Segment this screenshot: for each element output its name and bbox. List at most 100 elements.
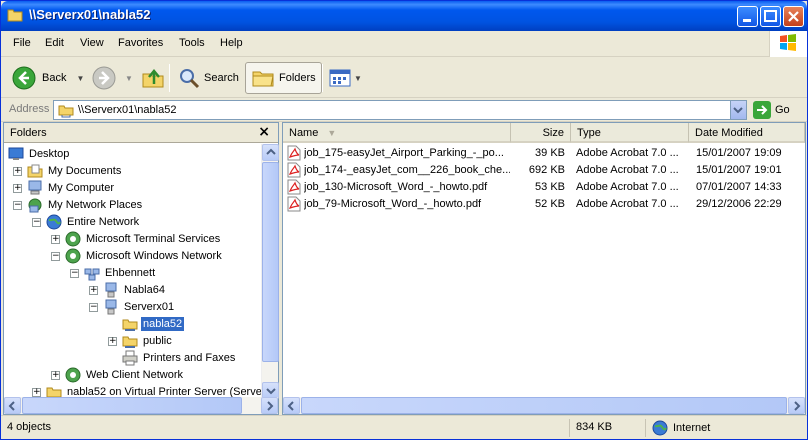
chevron-up-icon [266,148,276,155]
tree-item-entire-network[interactable]: Entire Network [46,213,141,230]
minimize-button[interactable] [737,6,758,27]
title-bar[interactable]: \\Serverx01\nabla52 [1,1,807,31]
tree-item-microsoft-windows-network[interactable]: Microsoft Windows Network [65,247,224,264]
file-type: Adobe Acrobat 7.0 ... [576,198,679,210]
tree-label: Serverx01 [124,300,175,313]
column-label: Size [542,127,564,139]
windows-logo [769,31,807,57]
column-header-size[interactable]: Size [511,123,571,143]
tree-item-my-network-places[interactable]: My Network Places [27,196,144,213]
workgroup-icon [84,268,100,280]
menu-favorites[interactable]: Favorites [118,37,163,49]
expand-toggle-nabla52-virtual[interactable]: + [32,388,41,397]
tree-item-serverx01[interactable]: Serverx01 [103,298,176,315]
back-dropdown-icon[interactable]: ▼ [76,74,84,83]
expand-toggle-ehbennett[interactable]: − [70,269,79,278]
column-header-date-modified[interactable]: Date Modified [689,123,805,143]
tree-item-web-client-network[interactable]: Web Client Network [65,366,185,383]
documents-folder-icon [27,164,43,177]
scroll-up-button[interactable] [262,144,279,161]
tree-item-ehbennett[interactable]: Ehbennett [84,264,157,281]
views-button[interactable]: ▼ [329,62,362,94]
scroll-left-button[interactable] [283,397,300,414]
scroll-left-button[interactable] [4,397,21,414]
tree-item-printers-and-faxes[interactable]: Printers and Faxes [122,349,237,366]
file-size: 52 KB [535,198,565,210]
file-name: job_130-Microsoft_Word_-_howto.pdf [304,181,488,193]
column-header-name[interactable]: Name ▼ [283,123,511,143]
file-row[interactable]: job_174-_easyJet_com__226_book_che... 69… [283,162,805,179]
shared-folder-icon [122,319,138,331]
internet-globe-icon [652,420,668,436]
expand-toggle-my-documents[interactable]: + [13,167,22,176]
up-folder-button[interactable] [141,62,165,94]
expand-toggle-my-computer[interactable]: + [13,184,22,193]
files-horizontal-scrollbar[interactable] [283,397,805,414]
status-size-segment: 834 KB [569,419,645,437]
forward-dropdown-icon[interactable]: ▼ [125,74,133,83]
search-button[interactable]: Search [177,62,239,94]
close-pane-icon[interactable]: × [258,124,270,140]
window-title: \\Serverx01\nabla52 [29,7,151,22]
tree-item-my-computer[interactable]: My Computer [27,179,116,196]
tree-item-nabla52[interactable]: nabla52 [122,315,185,332]
scroll-right-button[interactable] [788,397,805,414]
file-size: 692 KB [528,164,565,176]
close-button[interactable] [783,6,804,27]
expand-toggle-windows-network[interactable]: − [51,252,60,261]
tree-item-public[interactable]: public [122,332,174,349]
file-name: job_174-_easyJet_com__226_book_che... [304,164,510,176]
shared-folder-icon [122,336,138,348]
chevron-down-icon [733,107,743,114]
scroll-thumb[interactable] [262,162,279,362]
expand-toggle-public[interactable]: + [108,337,117,346]
menu-tools[interactable]: Tools [179,37,205,49]
tree-label: My Network Places [48,198,143,211]
folders-button[interactable]: Folders [245,62,322,94]
address-dropdown-button[interactable] [730,101,746,119]
file-row[interactable]: job_175-easyJet_Airport_Parking_-_po... … [283,145,805,162]
menu-edit[interactable]: Edit [45,37,64,49]
forward-button[interactable]: ▼ [91,62,133,94]
tree-item-nabla64[interactable]: Nabla64 [103,281,167,298]
tree-item-desktop[interactable]: Desktop [8,145,71,162]
expand-toggle-nabla64[interactable]: + [89,286,98,295]
back-button[interactable]: Back ▼ [11,62,84,94]
file-date: 29/12/2006 22:29 [696,198,782,210]
up-folder-icon [142,69,164,88]
maximize-icon [764,10,777,22]
menu-help[interactable]: Help [220,37,243,49]
expand-toggle-web-client-network[interactable]: + [51,371,60,380]
menu-bar: File Edit View Favorites Tools Help [1,31,807,57]
file-name: job_79-Microsoft_Word_-_howto.pdf [304,198,482,210]
column-header-type[interactable]: Type [571,123,689,143]
file-type: Adobe Acrobat 7.0 ... [576,147,679,159]
toolbar-separator [322,64,323,92]
search-label: Search [204,72,239,84]
expand-toggle-entire-network[interactable]: − [32,218,41,227]
file-row[interactable]: job_79-Microsoft_Word_-_howto.pdf 52 KB … [283,196,805,213]
status-zone-segment: Internet [645,419,805,437]
tree-item-my-documents[interactable]: My Documents [27,162,123,179]
folders-horizontal-scrollbar[interactable] [4,397,278,414]
h-scroll-thumb[interactable] [22,397,242,414]
folders-vertical-scrollbar[interactable] [261,144,279,399]
status-size: 834 KB [576,421,613,433]
expand-toggle-terminal-services[interactable]: + [51,235,60,244]
folders-pane-title: Folders [10,127,47,139]
maximize-button[interactable] [760,6,781,27]
scroll-right-button[interactable] [261,397,278,414]
go-arrow-icon [753,101,771,119]
address-input[interactable]: \\Serverx01\nabla52 [53,100,747,120]
h-scroll-thumb[interactable] [301,397,787,414]
menu-file[interactable]: File [13,37,31,49]
tree-label: My Documents [48,164,122,177]
expand-toggle-my-network-places[interactable]: − [13,201,22,210]
go-button[interactable]: Go [753,101,790,119]
menu-view[interactable]: View [80,37,104,49]
pdf-file-icon [287,196,301,212]
expand-toggle-serverx01[interactable]: − [89,303,98,312]
file-row[interactable]: job_130-Microsoft_Word_-_howto.pdf 53 KB… [283,179,805,196]
tree-item-microsoft-terminal-services[interactable]: Microsoft Terminal Services [65,230,222,247]
printer-icon [122,350,138,365]
